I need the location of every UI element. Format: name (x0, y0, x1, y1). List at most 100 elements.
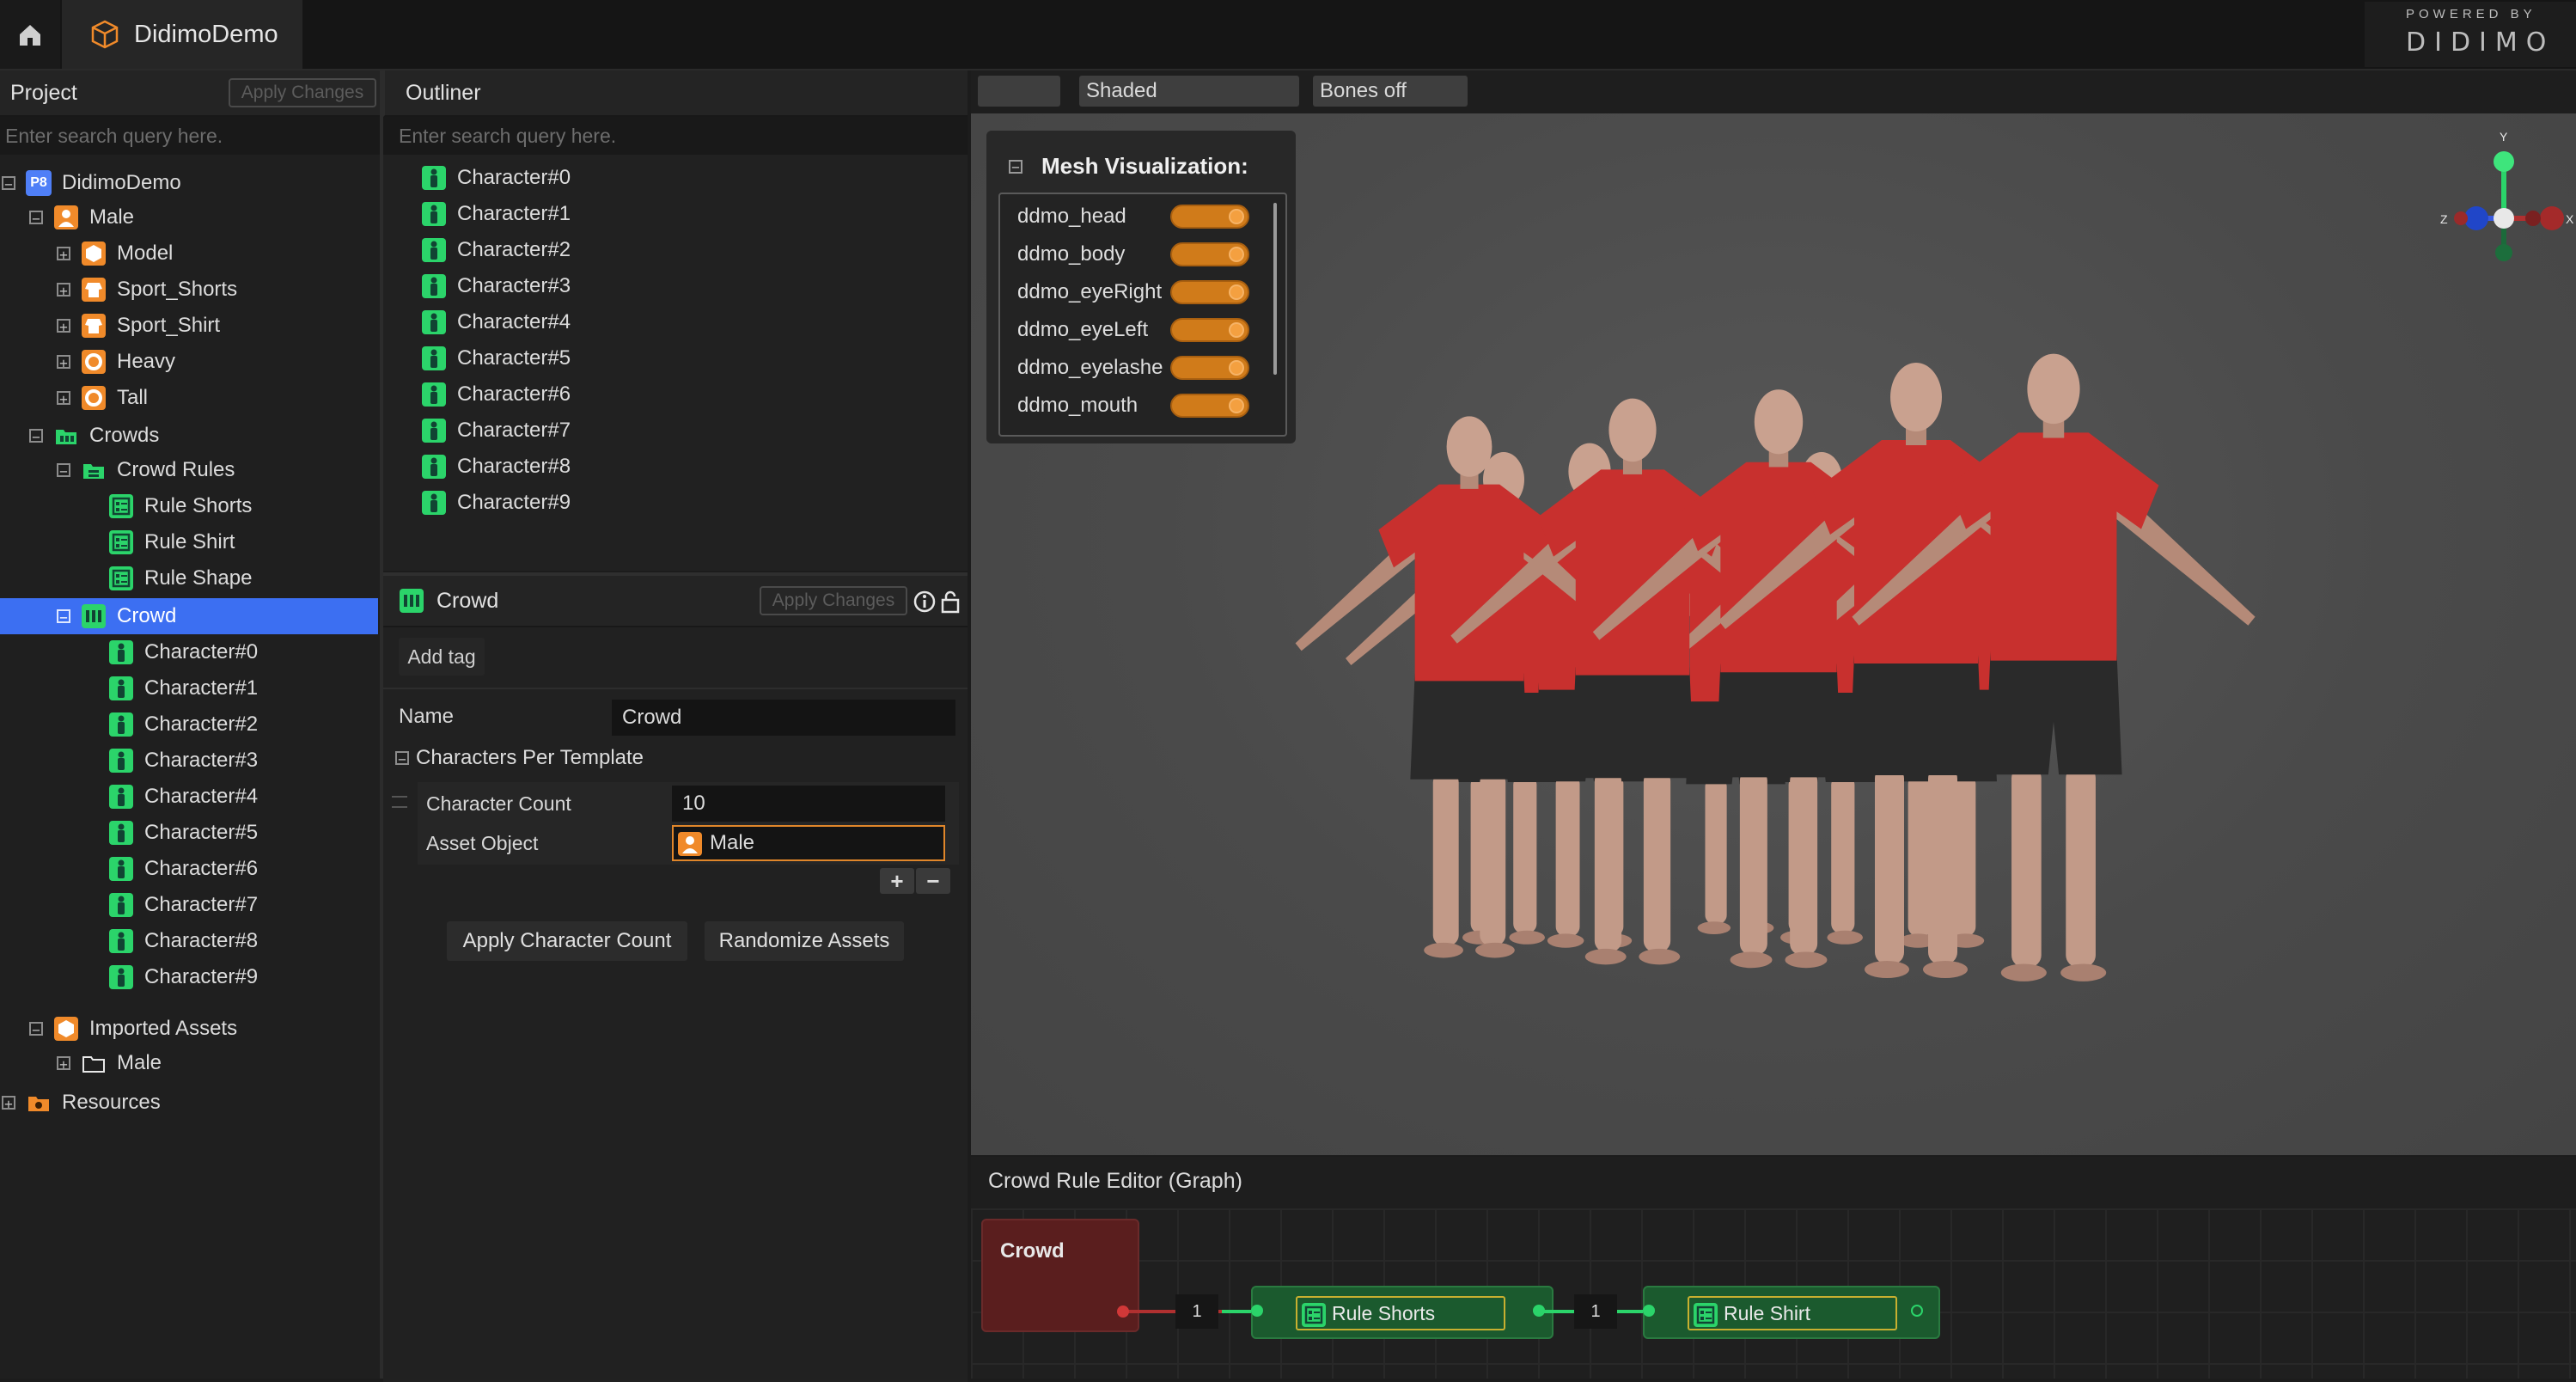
tree-item-rule-shape[interactable]: Rule Shape (108, 560, 252, 596)
expand-icon[interactable]: + (57, 391, 70, 407)
outliner-item[interactable]: Character#9 (421, 485, 571, 521)
tree-item-sport-shorts[interactable]: + Sport_Shorts (57, 272, 237, 308)
mesh-visibility-toggle[interactable] (1170, 205, 1249, 229)
add-tag-button[interactable]: Add tag (399, 638, 485, 676)
character-icon (108, 639, 134, 665)
crowd-icon (81, 603, 107, 629)
remove-entry-button[interactable]: − (916, 868, 950, 894)
expand-icon[interactable]: + (57, 283, 70, 298)
outliner-item[interactable]: Character#7 (421, 413, 571, 449)
tree-item-character[interactable]: Character#4 (108, 779, 258, 815)
tree-item-imported-male[interactable]: + Male (57, 1045, 162, 1081)
info-icon[interactable] (913, 590, 937, 614)
camera-selector[interactable] (978, 76, 1060, 107)
tree-item-resources[interactable]: + Resources (2, 1085, 161, 1121)
expand-icon[interactable]: + (57, 247, 70, 262)
outliner-item[interactable]: Character#5 (421, 340, 571, 376)
tree-item-rule-shorts[interactable]: Rule Shorts (108, 488, 252, 524)
characters-per-template-section[interactable]: − Characters Per Template (395, 741, 644, 775)
project-search-input[interactable]: Enter search query here. (0, 117, 380, 155)
outliner-item[interactable]: Character#6 (421, 376, 571, 413)
rule-shirt-input-port[interactable] (1643, 1305, 1655, 1317)
tree-item-male[interactable]: − Male (29, 199, 134, 235)
expand-icon[interactable]: + (2, 1096, 15, 1111)
mesh-visibility-toggle[interactable] (1170, 242, 1249, 266)
character-count-input[interactable]: 10 (672, 786, 945, 822)
add-entry-button[interactable]: + (880, 868, 914, 894)
character-icon (421, 273, 447, 299)
gizmo-z-label: Z (2440, 212, 2448, 226)
collapse-icon[interactable]: − (57, 463, 70, 479)
graph-canvas[interactable]: Crowd 1 Rule Shorts 1 Rule Shirt (971, 1208, 2576, 1379)
collapse-icon[interactable]: − (29, 429, 43, 444)
apply-character-count-button[interactable]: Apply Character Count (447, 921, 687, 961)
tree-item-character[interactable]: Character#2 (108, 706, 258, 743)
tree-item-crowd[interactable]: − Crowd (0, 598, 378, 634)
tree-item-rule-shirt[interactable]: Rule Shirt (108, 524, 235, 560)
rule-shirt-output-port[interactable] (1911, 1305, 1923, 1317)
lock-icon[interactable] (940, 590, 961, 614)
mesh-row: ddmo_eyelashes (1000, 347, 1267, 385)
mesh-visibility-toggle[interactable] (1170, 318, 1249, 342)
collapse-icon[interactable]: − (57, 609, 70, 625)
collapse-icon[interactable]: − (395, 751, 409, 767)
collapse-icon[interactable]: − (29, 211, 43, 226)
tree-item-model[interactable]: + Model (57, 235, 173, 272)
outliner-item[interactable]: Character#3 (421, 268, 571, 304)
outliner-item[interactable]: Character#0 (421, 160, 571, 196)
tree-item-character[interactable]: Character#9 (108, 959, 258, 995)
name-input[interactable]: Crowd (612, 700, 955, 736)
outliner-title: Outliner (406, 80, 481, 105)
expand-icon[interactable]: + (57, 355, 70, 370)
gizmo-z-handle (2464, 206, 2488, 230)
character-icon (421, 346, 447, 371)
tree-item-tall[interactable]: + Tall (57, 380, 148, 416)
collapse-icon[interactable]: − (29, 1022, 43, 1037)
mesh-visibility-toggle[interactable] (1170, 280, 1249, 304)
tab-didimodemo[interactable]: DidimoDemo (62, 0, 302, 69)
tree-item-crowd-rules[interactable]: − Crowd Rules (57, 452, 235, 488)
expand-icon[interactable]: + (57, 319, 70, 334)
collapse-icon[interactable]: − (2, 176, 15, 192)
crowd-output-port[interactable] (1117, 1306, 1129, 1318)
mesh-visibility-toggle[interactable] (1170, 356, 1249, 380)
link-count-2[interactable]: 1 (1574, 1294, 1617, 1329)
tree-item-heavy[interactable]: + Heavy (57, 344, 175, 380)
mesh-visibility-toggle[interactable] (1170, 394, 1249, 418)
tree-item-character[interactable]: Character#8 (108, 923, 258, 959)
shading-mode-dropdown[interactable]: Shaded (1079, 76, 1299, 107)
orientation-gizmo[interactable]: Y Z X (2432, 127, 2576, 265)
rule-shorts-node[interactable]: Rule Shorts (1251, 1286, 1554, 1339)
tree-item-crowds[interactable]: − Crowds (29, 418, 159, 454)
tree-item-character[interactable]: Character#1 (108, 670, 258, 706)
tree-item-imported-assets[interactable]: − Imported Assets (29, 1011, 237, 1047)
drag-handle-icon[interactable] (392, 796, 407, 808)
tree-item-sport-shirt[interactable]: + Sport_Shirt (57, 308, 220, 344)
character-icon (108, 892, 134, 918)
tree-item-character[interactable]: Character#3 (108, 743, 258, 779)
outliner-item[interactable]: Character#4 (421, 304, 571, 340)
bones-toggle[interactable]: Bones off (1313, 76, 1468, 107)
crowd-node[interactable]: Crowd (981, 1219, 1139, 1332)
outliner-item[interactable]: Character#1 (421, 196, 571, 232)
collapse-icon[interactable]: − (1009, 160, 1022, 174)
tree-item-character[interactable]: Character#6 (108, 851, 258, 887)
expand-icon[interactable]: + (57, 1056, 70, 1072)
tree-item-character[interactable]: Character#5 (108, 815, 258, 851)
tree-item-character[interactable]: Character#7 (108, 887, 258, 923)
project-apply-changes-button[interactable]: Apply Changes (229, 78, 376, 107)
mesh-name: ddmo_eyeRight (1017, 280, 1163, 303)
rule-shorts-input-port[interactable] (1251, 1305, 1263, 1317)
home-button[interactable] (0, 0, 60, 69)
tree-item-character[interactable]: Character#0 (108, 634, 258, 670)
scrollbar[interactable] (1273, 203, 1277, 375)
outliner-item[interactable]: Character#2 (421, 232, 571, 268)
properties-apply-changes-button[interactable]: Apply Changes (760, 586, 907, 615)
randomize-assets-button[interactable]: Randomize Assets (705, 921, 904, 961)
tree-item-didimodemo[interactable]: − P8 DidimoDemo (2, 165, 181, 201)
asset-object-field[interactable]: Male (672, 825, 945, 861)
outliner-item[interactable]: Character#8 (421, 449, 571, 485)
rule-shirt-node[interactable]: Rule Shirt (1643, 1286, 1940, 1339)
link-count-1[interactable]: 1 (1175, 1294, 1218, 1329)
outliner-search-input[interactable]: Enter search query here. (383, 117, 968, 155)
